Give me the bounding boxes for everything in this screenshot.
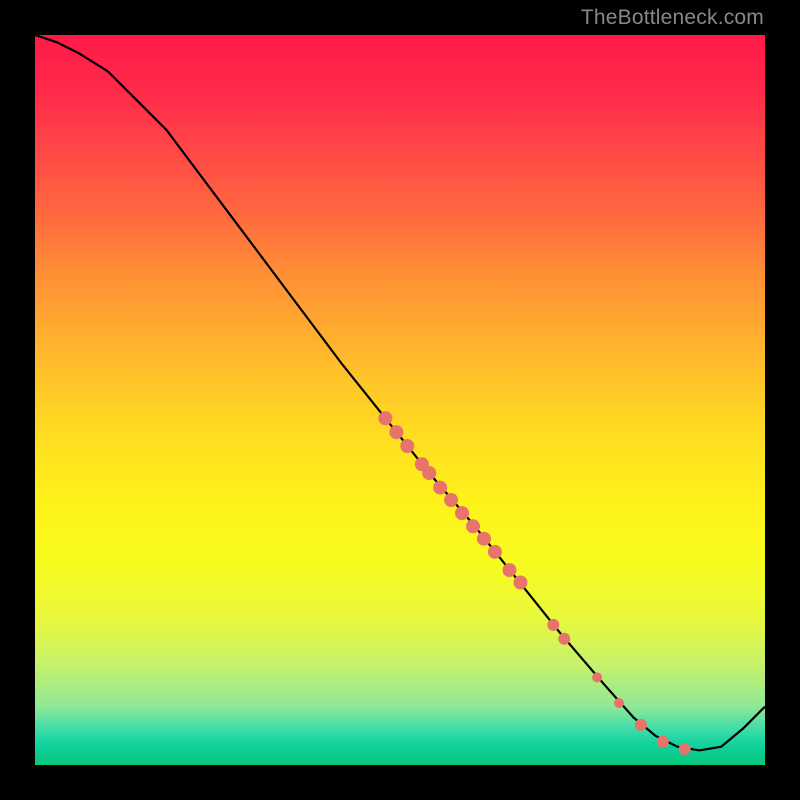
watermark-text: TheBottleneck.com bbox=[581, 6, 764, 30]
plot-area bbox=[35, 35, 765, 765]
chart-container: TheBottleneck.com bbox=[0, 0, 800, 800]
